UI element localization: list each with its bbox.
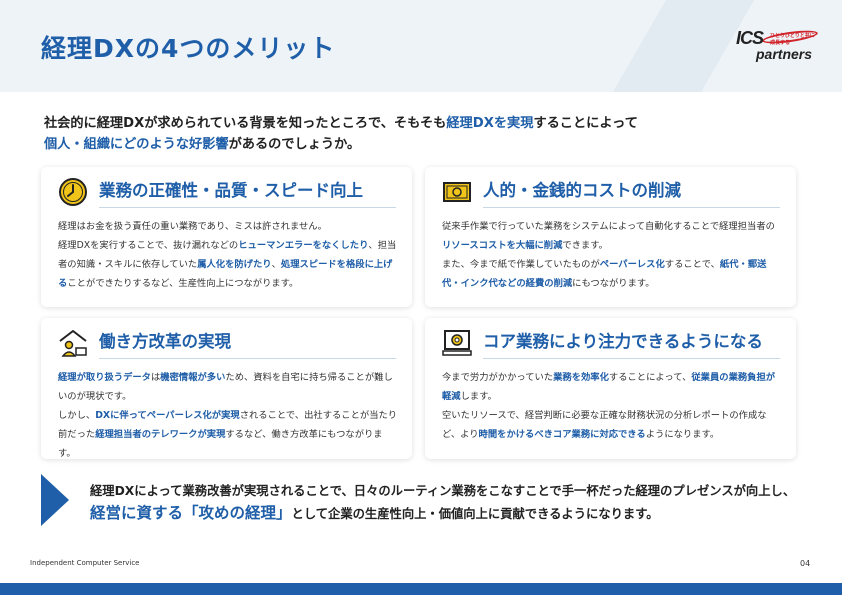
- merit-card-accuracy: 業務の正確性・品質・スピード向上 経理はお金を扱う責任の重い業務であり、ミスは許…: [41, 167, 412, 307]
- card-body: 今まで労力がかかっていた業務を効率化することによって、従業員の業務負担が軽減しま…: [442, 372, 776, 440]
- merit-card-core-work: コア業務により注力できるようになる 今まで労力がかかっていた業務を効率化すること…: [425, 318, 796, 459]
- footer-company: Independent Computer Service: [30, 559, 140, 567]
- computer-gear-icon: [442, 328, 472, 358]
- footer-bar: [0, 583, 842, 595]
- logo-tag: ひとりひとりと共に成長する: [770, 33, 815, 46]
- card-body: 経理が取り扱うデータは機密情報が多いため、資料を自宅に持ち帰ることが難しいのが現…: [58, 372, 398, 459]
- card-divider: [483, 207, 780, 208]
- logo-sub-text: partners: [756, 46, 813, 62]
- conclusion-arrow-icon: [41, 474, 69, 526]
- card-body: 経理はお金を扱う責任の重い業務であり、ミスは許されません。 経理DXを実行するこ…: [58, 221, 397, 289]
- company-logo: ひとりひとりと共に成長する ICS partners: [722, 26, 819, 66]
- intro-line-1: 社会的に経理DXが求められている背景を知ったところで、そもそも経理DXを実現する…: [44, 116, 638, 131]
- conclusion-text: 経理DXによって業務改善が実現されることで、日々のルーティン業務をこなすことで手…: [90, 480, 830, 525]
- money-icon: [442, 177, 472, 207]
- conclusion-line-1: 経理DXによって業務改善が実現されることで、日々のルーティン業務をこなすことで手…: [90, 484, 796, 498]
- card-title: 業務の正確性・品質・スピード向上: [99, 181, 363, 200]
- page-number: 04: [800, 559, 811, 568]
- card-title: 人的・金銭的コストの削減: [483, 181, 681, 200]
- card-divider: [483, 358, 780, 359]
- card-divider: [99, 207, 396, 208]
- card-title: 働き方改革の実現: [99, 332, 231, 351]
- intro-highlight-2: 個人・組織にどのような好影響: [44, 137, 229, 152]
- page-title: 経理DXの4つのメリット: [41, 34, 336, 63]
- merit-card-cost: 人的・金銭的コストの削減 従来手作業で行っていた業務をシステムによって自動化する…: [425, 167, 796, 307]
- intro-text: 社会的に経理DXが求められている背景を知ったところで、そもそも経理DXを実現する…: [44, 113, 804, 155]
- clock-icon: [58, 177, 88, 207]
- card-title: コア業務により注力できるようになる: [483, 332, 763, 351]
- merit-card-work-style: 働き方改革の実現 経理が取り扱うデータは機密情報が多いため、資料を自宅に持ち帰る…: [41, 318, 412, 459]
- conclusion-highlight: 経営に資する「攻めの経理」: [90, 504, 292, 522]
- conclusion-line-2: 経営に資する「攻めの経理」として企業の生産性向上・価値向上に貢献できるようになり…: [90, 504, 659, 522]
- home-work-icon: [58, 328, 88, 358]
- card-divider: [99, 358, 396, 359]
- intro-line-2: 個人・組織にどのような好影響があるのでしょうか。: [44, 137, 361, 152]
- card-body: 従来手作業で行っていた業務をシステムによって自動化することで経理担当者のリソース…: [442, 221, 775, 289]
- intro-highlight-1: 経理DXを実現: [446, 116, 534, 131]
